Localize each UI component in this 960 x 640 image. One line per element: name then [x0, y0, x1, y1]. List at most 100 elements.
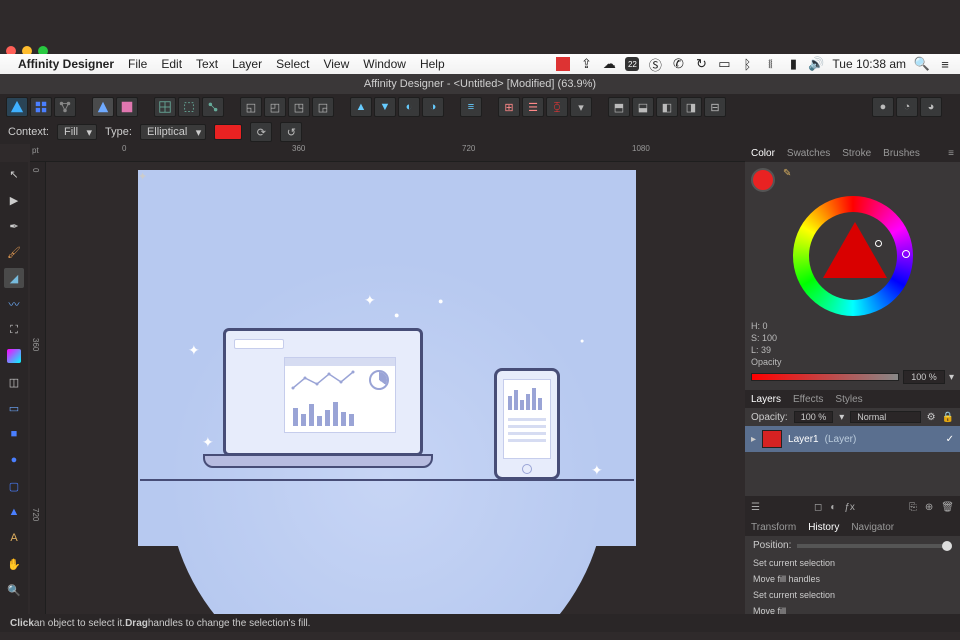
menubar-red-icon[interactable] [556, 57, 570, 71]
triangle-shape-tool[interactable]: ▲ [4, 502, 24, 522]
snapping-dropdown-button[interactable]: ▾ [570, 97, 592, 117]
lock-icon[interactable]: 🔒 [942, 412, 954, 423]
delete-layer-icon[interactable]: 🗑 [941, 502, 954, 513]
tab-brushes[interactable]: Brushes [883, 148, 920, 159]
tab-swatches[interactable]: Swatches [787, 148, 830, 159]
brush-tool[interactable]: 🖌 [4, 242, 24, 262]
snapping-toggle-button[interactable]: ⧲ [546, 97, 568, 117]
menu-select[interactable]: Select [276, 57, 309, 71]
menu-list-icon[interactable]: ≡ [938, 57, 952, 71]
display-icon[interactable]: ▭ [717, 57, 731, 71]
boolean-xor-button[interactable]: ◨ [680, 97, 702, 117]
move-front-button[interactable]: ◲ [312, 97, 334, 117]
context-rotate-button[interactable]: ↺ [280, 122, 302, 142]
rectangle-shape-tool[interactable]: ■ [4, 424, 24, 444]
context-color-swatch[interactable] [214, 124, 242, 140]
tab-effects[interactable]: Effects [793, 394, 823, 405]
ellipse-shape-tool[interactable]: ● [4, 450, 24, 470]
menubar-clock[interactable]: Tue 10:38 am [832, 57, 906, 71]
tab-color[interactable]: Color [751, 148, 775, 159]
insert-target-button[interactable]: ● [872, 97, 894, 117]
snap-guides-button[interactable] [178, 97, 200, 117]
wifi-icon[interactable]: ⧛ [763, 57, 777, 71]
mask-icon[interactable]: ◻ [814, 502, 822, 513]
sync-icon[interactable]: ↻ [694, 57, 708, 71]
tab-navigator[interactable]: Navigator [851, 522, 894, 533]
fill-tool[interactable]: ◢ [4, 268, 24, 288]
history-item[interactable]: Move fill handles [745, 571, 960, 587]
layer-row[interactable]: ▸ Layer1 (Layer) ✓ [745, 426, 960, 452]
add-layer-icon[interactable]: ⊕ [925, 502, 933, 513]
color-wheel[interactable] [793, 196, 913, 316]
blend-mode-dropdown[interactable]: Normal [850, 411, 920, 423]
snap-candidates-button[interactable] [202, 97, 224, 117]
bluetooth-icon[interactable]: ᛒ [740, 57, 754, 71]
snap-grid-button[interactable] [154, 97, 176, 117]
persona-export-button[interactable] [54, 97, 76, 117]
persona-designer-button[interactable] [6, 97, 28, 117]
flip-vertical-button[interactable]: ▼ [374, 97, 396, 117]
boolean-intersect-button[interactable]: ◧ [656, 97, 678, 117]
layer-opacity-field[interactable]: 100 % [794, 411, 834, 423]
insert-behind-button[interactable]: ◔ [896, 97, 918, 117]
opacity-dropdown-icon[interactable]: ▾ [949, 372, 954, 383]
tab-transform[interactable]: Transform [751, 522, 796, 533]
insert-inside-button[interactable]: ◕ [920, 97, 942, 117]
zoom-tool[interactable]: 🔍 [4, 580, 24, 600]
grid-toggle-button[interactable]: ⊞ [498, 97, 520, 117]
spotlight-icon[interactable]: 🔍 [915, 57, 929, 71]
badge-22-icon[interactable]: 22 [625, 57, 639, 71]
layers-stack-icon[interactable]: ☰ [751, 502, 760, 513]
context-reverse-button[interactable]: ⟳ [250, 122, 272, 142]
eyedropper-icon[interactable]: ✎ [783, 168, 791, 179]
rotate-cw-button[interactable]: ◑ [422, 97, 444, 117]
cloud-icon[interactable]: ☁ [602, 57, 616, 71]
baseline-toggle-button[interactable]: ☰ [522, 97, 544, 117]
menu-layer[interactable]: Layer [232, 57, 262, 71]
visibility-check-icon[interactable]: ✓ [946, 434, 954, 445]
boolean-subtract-button[interactable]: ⬓ [632, 97, 654, 117]
disclosure-icon[interactable]: ▸ [751, 434, 756, 445]
align-button[interactable]: ≡ [460, 97, 482, 117]
menu-text[interactable]: Text [196, 57, 218, 71]
menu-file[interactable]: File [128, 57, 147, 71]
move-tool[interactable]: ↖ [4, 164, 24, 184]
rotate-ccw-button[interactable]: ◐ [398, 97, 420, 117]
foreground-color-swatch[interactable] [751, 168, 775, 192]
rounded-rect-tool[interactable]: ▢ [4, 476, 24, 496]
transparency-tool[interactable] [4, 346, 24, 366]
hue-handle[interactable] [902, 250, 910, 258]
artboard[interactable]: ✦ ● ✦ ✦ ● ✦ ✦ ● [138, 170, 636, 546]
app-name[interactable]: Affinity Designer [18, 57, 114, 71]
flip-horizontal-button[interactable]: ▲ [350, 97, 372, 117]
move-backward-button[interactable]: ◰ [264, 97, 286, 117]
mail-icon[interactable]: ✆ [671, 57, 685, 71]
panel-menu-icon[interactable]: ≡ [948, 148, 954, 159]
menu-window[interactable]: Window [363, 57, 406, 71]
menu-edit[interactable]: Edit [161, 57, 182, 71]
context-type-dropdown[interactable]: Elliptical ▾ [140, 124, 206, 140]
tab-layers[interactable]: Layers [751, 394, 781, 405]
tab-stroke[interactable]: Stroke [842, 148, 871, 159]
opacity-slider[interactable] [751, 373, 899, 381]
adjustment-icon[interactable]: ◐ [830, 502, 836, 513]
gradient-tool[interactable]: ◫ [4, 372, 24, 392]
fx-icon[interactable]: ƒx [844, 502, 855, 513]
opacity-value[interactable]: 100 % [903, 370, 945, 384]
history-item[interactable]: Set current selection [745, 555, 960, 571]
canvas[interactable]: ✦ ● ✦ ✦ ● ✦ ✦ ● [46, 162, 745, 618]
menu-help[interactable]: Help [420, 57, 445, 71]
pan-tool[interactable]: ✋ [4, 554, 24, 574]
pen-tool[interactable]: ✒ [4, 216, 24, 236]
artistic-text-tool[interactable]: A [4, 528, 24, 548]
boolean-add-button[interactable]: ⬒ [608, 97, 630, 117]
place-image-tool[interactable]: ▭ [4, 398, 24, 418]
persona-pixel-button[interactable] [30, 97, 52, 117]
context-fill-dropdown[interactable]: Fill ▾ [57, 124, 97, 140]
move-forward-button[interactable]: ◳ [288, 97, 310, 117]
history-item[interactable]: Set current selection [745, 587, 960, 603]
move-back-button[interactable]: ◱ [240, 97, 262, 117]
split-view-button[interactable] [116, 97, 138, 117]
boolean-divide-button[interactable]: ⊟ [704, 97, 726, 117]
dropbox-icon[interactable]: ⇪ [579, 57, 593, 71]
